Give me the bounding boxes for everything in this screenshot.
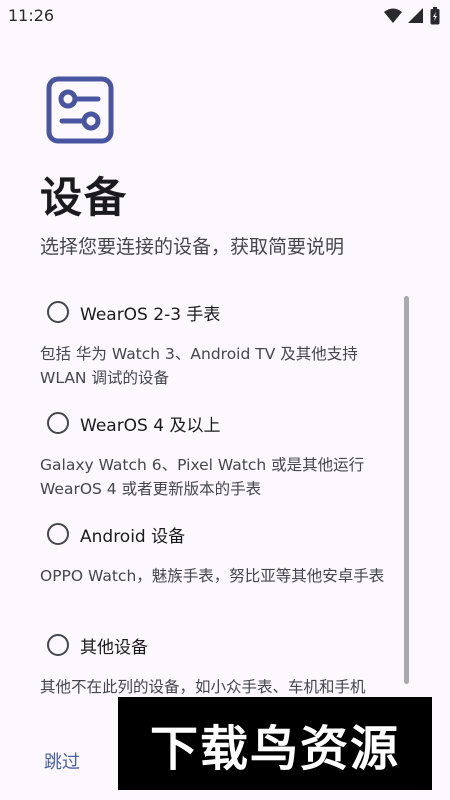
option-description: OPPO Watch，魅族手表，努比亚等其他安卓手表: [40, 567, 385, 585]
option-label: WearOS 4 及以上: [80, 415, 221, 436]
option-row[interactable]: WearOS 4 及以上: [40, 401, 220, 445]
option-description: 包括 华为 Watch 3、Android TV 及其他支持 WLAN 调试的设…: [40, 345, 358, 387]
option-label: 其他设备: [80, 637, 148, 658]
radio-button[interactable]: [47, 523, 69, 545]
skip-button[interactable]: 跳过: [44, 748, 80, 774]
scrollbar[interactable]: [404, 296, 409, 684]
radio-button[interactable]: [47, 634, 69, 656]
option-description: 其他不在此列的设备，如小众手表、车机和手机: [40, 678, 366, 696]
settings-sliders-icon: [46, 76, 114, 144]
signal-icon: [408, 8, 424, 28]
watermark-logo: 下载鸟资源: [118, 697, 432, 790]
device-option-wearos-2-3[interactable]: WearOS 2-3 手表 包括 华为 Watch 3、Android TV 及…: [0, 290, 450, 401]
page-title: 设备: [40, 173, 129, 222]
status-bar: 11:26: [0, 0, 450, 32]
device-option-list[interactable]: WearOS 2-3 手表 包括 华为 Watch 3、Android TV 及…: [0, 290, 450, 700]
page-subtitle: 选择您要连接的设备，获取简要说明: [40, 236, 345, 258]
device-option-other[interactable]: 其他设备 其他不在此列的设备，如小众手表、车机和手机: [0, 623, 450, 700]
wifi-icon: [384, 8, 402, 28]
option-row[interactable]: 其他设备: [40, 623, 148, 667]
option-label: WearOS 2-3 手表: [80, 304, 221, 325]
option-label: Android 设备: [80, 526, 186, 547]
status-time: 11:26: [8, 6, 55, 25]
option-description: Galaxy Watch 6、Pixel Watch 或是其他运行 WearOS…: [40, 456, 365, 498]
device-option-wearos-4[interactable]: WearOS 4 及以上 Galaxy Watch 6、Pixel Watch …: [0, 401, 450, 512]
device-option-android[interactable]: Android 设备 OPPO Watch，魅族手表，努比亚等其他安卓手表: [0, 512, 450, 623]
option-row[interactable]: WearOS 2-3 手表: [40, 290, 220, 334]
radio-button[interactable]: [47, 301, 69, 323]
radio-button[interactable]: [47, 412, 69, 434]
battery-icon: [430, 7, 440, 29]
option-row[interactable]: Android 设备: [40, 512, 185, 556]
status-icons: [384, 7, 440, 29]
